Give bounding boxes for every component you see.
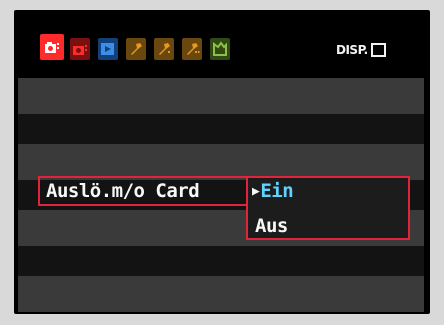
info-icon (370, 43, 386, 57)
menu-row-7 (18, 276, 424, 312)
popup-connector-bottom (226, 204, 248, 206)
option-aus[interactable]: Aus (255, 215, 288, 237)
camera-menu-screen: DISP. Auslö.m/o Card ▶Ein Aus (18, 14, 424, 312)
setup-1-icon (131, 43, 142, 55)
menu-row-1 (18, 78, 424, 114)
custom-function-icon (213, 41, 227, 56)
setting-label: Auslö.m/o Card (46, 180, 200, 202)
selection-cursor-icon: ▶ (252, 184, 260, 199)
tab-setup-2[interactable] (154, 38, 174, 60)
setup-3-icon (187, 43, 200, 55)
setup-2-icon (159, 43, 170, 55)
tab-setup-1[interactable] (126, 38, 146, 60)
disp-label: DISP. (336, 43, 368, 57)
option-ein-label: Ein (260, 180, 294, 202)
playback-icon (101, 43, 114, 55)
tab-setup-3[interactable] (182, 38, 202, 60)
menu-row-3 (18, 144, 424, 180)
disp-indicator: DISP. (336, 42, 386, 58)
camera-shooting-1-icon (45, 42, 59, 53)
tab-playback[interactable] (98, 38, 118, 60)
tab-custom-functions[interactable] (210, 38, 230, 60)
camera-shooting-2-icon (73, 45, 87, 55)
tab-shooting-1[interactable] (40, 34, 64, 60)
popup-connector-top (226, 176, 248, 178)
menu-tab-bar: DISP. (18, 14, 424, 78)
option-aus-label: Aus (255, 215, 288, 237)
option-ein[interactable]: ▶Ein (252, 180, 294, 202)
tab-shooting-2[interactable] (70, 38, 90, 60)
